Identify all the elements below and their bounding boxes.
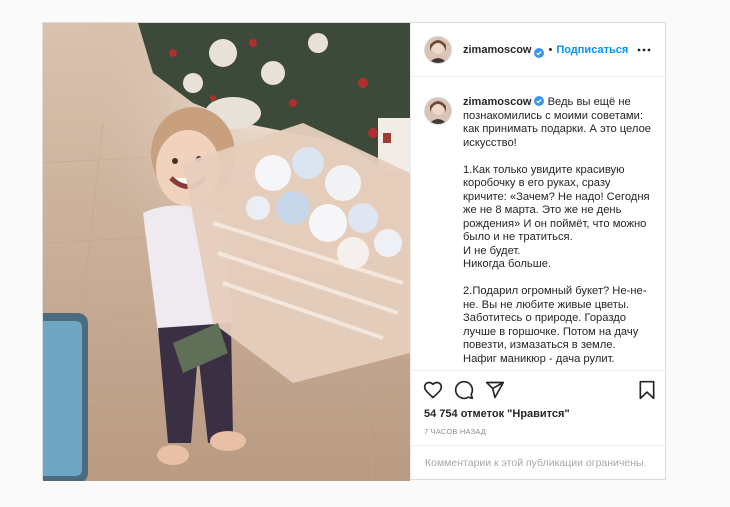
caption-avatar[interactable] (424, 97, 452, 125)
verified-badge-icon (534, 96, 545, 106)
post-side-panel: zimamoscow • Подписаться zimamoscow Ведь… (410, 23, 666, 479)
actions-panel: 54 754 отметок "Нравится" 7 ЧАСОВ НАЗАД … (411, 370, 666, 480)
post-photo[interactable] (43, 23, 410, 481)
post-card: zimamoscow • Подписаться zimamoscow Ведь… (42, 22, 666, 481)
caption-username[interactable]: zimamoscow (463, 96, 531, 108)
follow-button[interactable]: Подписаться (556, 44, 628, 56)
share-icon[interactable] (485, 380, 505, 405)
likes-count[interactable]: 54 754 отметок "Нравится" (424, 408, 570, 420)
more-options-icon[interactable] (636, 42, 652, 58)
heart-icon[interactable] (423, 380, 443, 405)
comments-disabled-notice: Комментарии к этой публикации ограничены… (411, 445, 666, 480)
header-username[interactable]: zimamoscow (463, 44, 531, 56)
post-photo-image (43, 23, 410, 481)
caption-area: zimamoscow Ведь вы ещё не познакомились … (411, 77, 666, 370)
avatar[interactable] (424, 35, 452, 64)
post-header: zimamoscow • Подписаться (411, 23, 666, 77)
post-caption: zimamoscow Ведь вы ещё не познакомились … (463, 96, 651, 366)
header-separator: • (548, 43, 553, 56)
avatar-image (425, 98, 451, 124)
bookmark-icon[interactable] (638, 380, 656, 405)
comment-icon[interactable] (454, 380, 474, 405)
caption-text: Ведь вы ещё не познакомились с моими сов… (463, 96, 652, 365)
avatar-image (425, 36, 451, 63)
post-timestamp[interactable]: 7 ЧАСОВ НАЗАД (424, 427, 486, 436)
verified-badge-icon (534, 45, 545, 58)
